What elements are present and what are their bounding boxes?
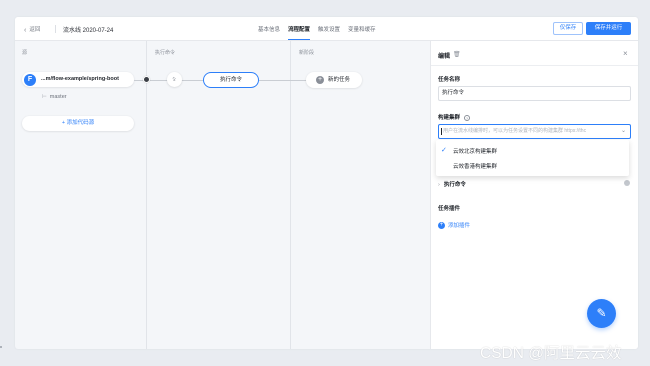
chevron-right-icon: › — [438, 182, 440, 188]
cluster-label: 构建集群 — [438, 115, 461, 121]
pipeline-title: 流水线 2020-07-24 — [63, 28, 114, 34]
pin-icon: ⍚ — [172, 75, 177, 82]
execute-command-section[interactable]: › 执行命令 — [438, 180, 631, 188]
plus-icon: + — [316, 76, 324, 84]
back-label: 返回 — [29, 27, 41, 33]
question-icon[interactable]: ? — [464, 114, 471, 121]
text-cursor — [441, 128, 442, 135]
option-label: 云效香港构建集群 — [453, 164, 498, 170]
cluster-label-row: 构建集群? — [438, 113, 471, 121]
trash-icon[interactable]: 🗑 — [453, 51, 461, 58]
chat-icon: ✎ — [596, 306, 607, 320]
branch-name: master — [49, 94, 67, 100]
flow-logo-icon: F — [24, 73, 36, 86]
new-task-button[interactable]: + 新的任务 — [306, 72, 362, 88]
tab-variables-cache[interactable]: 变量和缓存 — [348, 25, 376, 33]
branch-label: ⊢ master — [42, 94, 67, 100]
task-name-input[interactable]: 执行命令 — [438, 86, 631, 101]
cluster-dropdown: ✓ 云效北京构建集群 云效香港构建集群 — [436, 140, 629, 176]
pipeline-canvas: 源 执行命令 新阶段 F ...m/flow-example/spring-bo… — [15, 41, 430, 349]
watermark: CSDN @阿里云云效 — [480, 345, 622, 362]
task-node-execute-command[interactable]: 执行命令 — [203, 72, 259, 88]
source-repo-label: ...m/flow-example/spring-boot — [41, 76, 119, 82]
column-divider — [146, 41, 147, 349]
plus-icon: + — [438, 222, 445, 230]
tab-flow-config[interactable]: 流程配置 — [288, 25, 311, 40]
task-name-label: 任务名称 — [438, 77, 461, 83]
column-title-source: 源 — [22, 50, 28, 56]
add-plugin-button[interactable]: + 添加插件 — [438, 221, 471, 230]
app-frame: ‹ 返回 流水线 2020-07-24 基本信息 流程配置 触发设置 变量和缓存 … — [15, 17, 638, 349]
tab-trigger-settings[interactable]: 触发设置 — [318, 25, 340, 33]
source-node[interactable]: F ...m/flow-example/spring-boot — [22, 72, 134, 87]
new-task-label: 新的任务 — [328, 77, 351, 83]
execute-section-label: 执行命令 — [443, 182, 466, 188]
close-icon[interactable]: × — [623, 49, 628, 58]
status-dot — [624, 180, 630, 186]
add-plugin-label: 添加插件 — [448, 223, 471, 229]
chevron-left-icon: ‹ — [24, 26, 27, 34]
column-divider — [290, 41, 291, 349]
column-title-new-stage[interactable]: 新阶段 — [299, 49, 314, 56]
plugins-label: 任务插件 — [438, 206, 461, 212]
chevron-down-icon: ⌄ — [620, 128, 626, 134]
stage-start-node[interactable]: ⍚ — [167, 72, 182, 87]
divider — [55, 25, 56, 33]
add-source-button[interactable]: + 添加代码源 — [22, 116, 134, 131]
panel-title: 编辑 — [438, 54, 451, 60]
cluster-select-placeholder: 用户在流水线编排时，可以为任务设置不同的构建集群 https://thc — [443, 128, 587, 134]
save-and-run-button[interactable]: 保存并运行 — [586, 22, 631, 35]
column-title-stage: 执行命令 — [155, 50, 176, 56]
connector-line — [259, 80, 308, 81]
decorative-dot — [0, 346, 2, 348]
branch-icon: ⊢ — [42, 94, 47, 100]
dropdown-option[interactable]: 云效香港构建集群 — [436, 159, 629, 172]
cluster-select[interactable]: 用户在流水线编排时，可以为任务设置不同的构建集群 https://thc ⌄ — [438, 124, 631, 139]
connector-line — [181, 80, 205, 81]
chat-fab-button[interactable]: ✎ — [587, 299, 616, 328]
tab-basic-info[interactable]: 基本信息 — [258, 25, 280, 33]
save-button[interactable]: 仅保存 — [553, 22, 583, 35]
back-button[interactable]: ‹ 返回 — [24, 25, 41, 34]
divider — [431, 65, 638, 66]
check-icon: ✓ — [441, 147, 447, 154]
tab-bar: 基本信息 流程配置 触发设置 变量和缓存 — [258, 25, 376, 40]
dropdown-option[interactable]: ✓ 云效北京构建集群 — [436, 143, 629, 156]
top-bar: ‹ 返回 流水线 2020-07-24 基本信息 流程配置 触发设置 变量和缓存 … — [15, 17, 638, 41]
option-label: 云效北京构建集群 — [453, 149, 498, 155]
connector-dot — [143, 76, 150, 83]
